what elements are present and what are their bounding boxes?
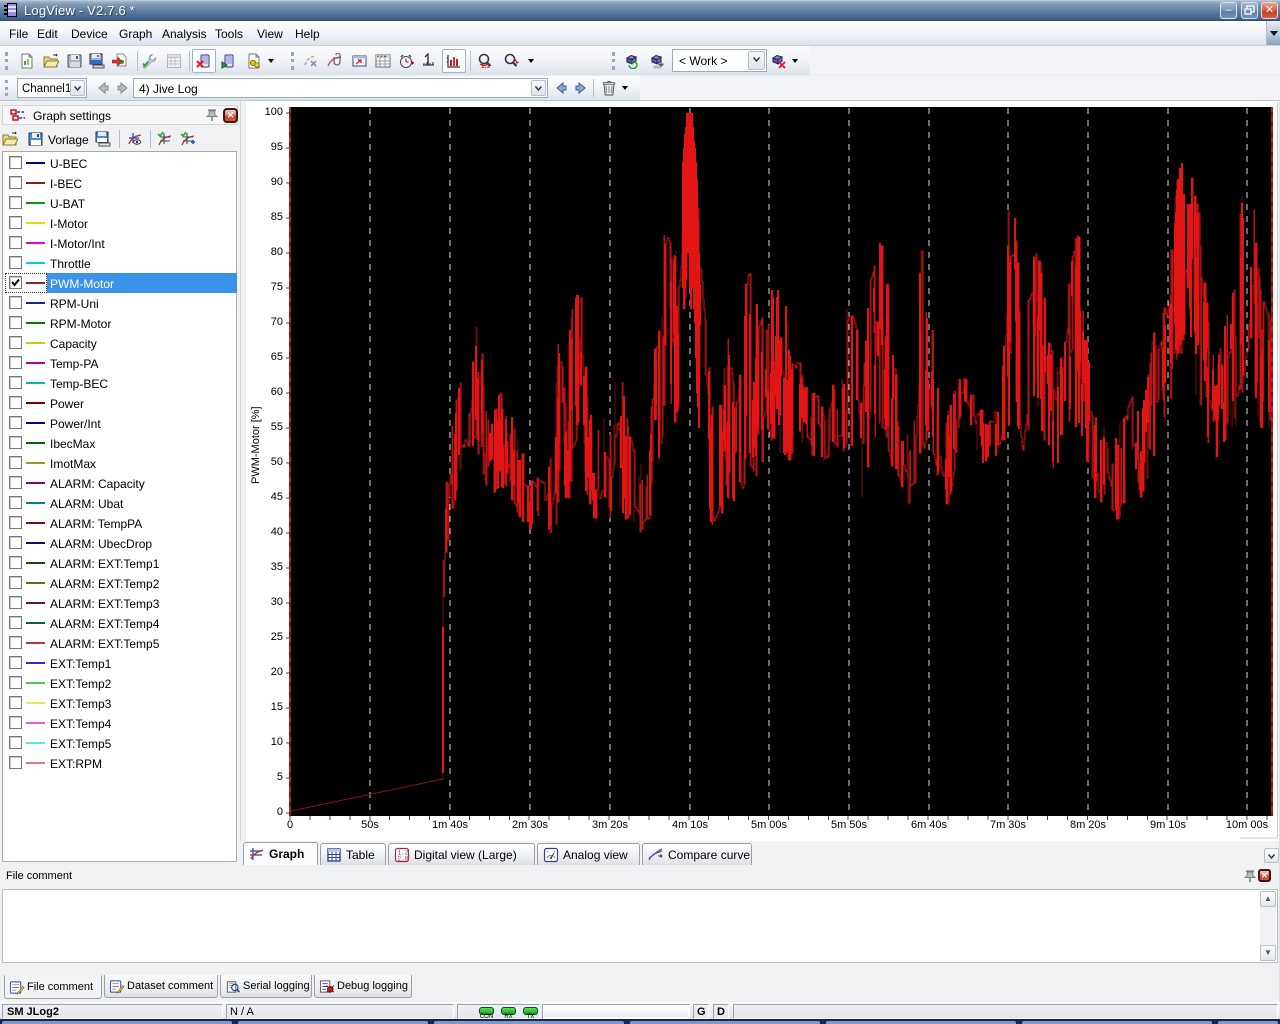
svg-text:1:1: 1:1 [481,64,490,69]
svg-text:2.8: 2.8 [398,856,409,863]
